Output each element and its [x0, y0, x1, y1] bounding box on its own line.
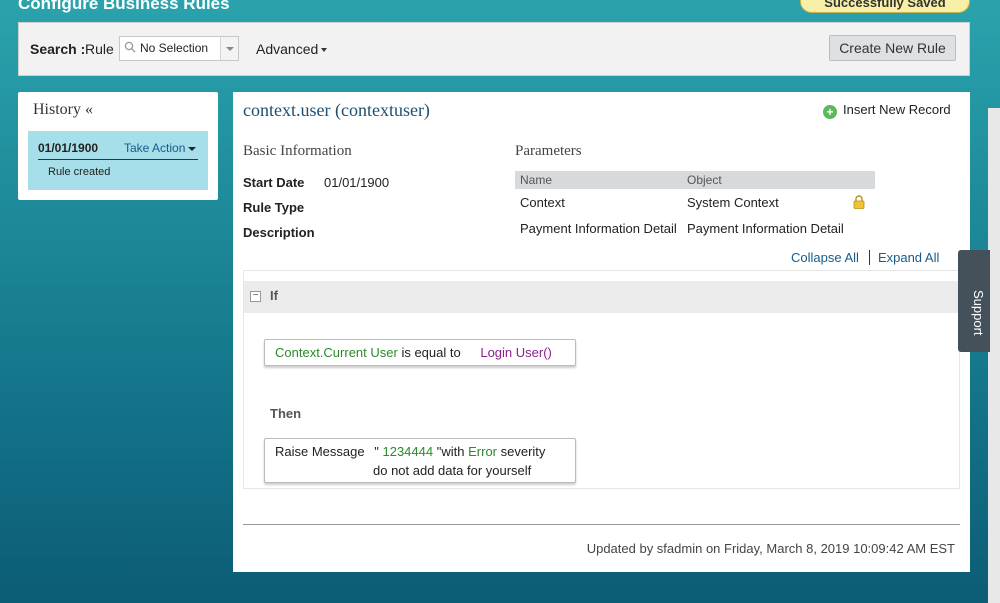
action-expression[interactable]: Raise Message " 1234444 "with Error seve…: [264, 438, 576, 483]
table-row: Payment Information Detail Payment Infor…: [515, 215, 875, 241]
caret-down-icon: [321, 48, 328, 53]
table-row: Context System Context: [515, 189, 875, 215]
divider: [38, 159, 198, 160]
param-name: Payment Information Detail: [520, 220, 677, 236]
updated-by-text: Updated by sfadmin on Friday, March 8, 2…: [586, 541, 955, 556]
advanced-menu[interactable]: Advanced: [256, 41, 328, 57]
column-header-name: Name: [515, 171, 682, 189]
lock-icon: [853, 195, 865, 209]
condition-right[interactable]: Login User(): [480, 345, 552, 360]
collapse-minus-icon[interactable]: −: [250, 291, 261, 302]
action-severity-suffix: severity: [500, 444, 546, 459]
if-label: If: [270, 288, 278, 303]
then-label: Then: [270, 406, 302, 421]
column-header-object: Object: [682, 171, 875, 189]
condition-operator[interactable]: is equal to: [401, 345, 460, 360]
rule-type-label: Rule Type: [243, 200, 305, 215]
param-name: Context: [520, 194, 565, 210]
history-toggle[interactable]: History «: [33, 101, 93, 119]
support-label: Support: [971, 290, 986, 336]
divider: [243, 524, 960, 525]
select-value: No Selection: [140, 41, 209, 55]
saved-badge: Successfully Saved: [800, 0, 970, 13]
plus-circle-icon: +: [823, 105, 837, 119]
insert-new-record-link[interactable]: + Insert New Record: [823, 102, 951, 119]
action-note[interactable]: do not add data for yourself: [373, 463, 531, 478]
condition-left[interactable]: Context.Current User: [275, 345, 398, 360]
param-object: System Context: [687, 194, 779, 210]
create-new-rule-button[interactable]: Create New Rule: [829, 35, 956, 61]
basic-info-heading: Basic Information: [243, 143, 352, 159]
action-with: with: [441, 444, 465, 459]
quote-open: ": [374, 444, 379, 459]
take-action-menu[interactable]: Take Action: [124, 141, 197, 155]
search-icon: [124, 41, 136, 53]
parameters-table: Name Object Context System Context Payme…: [515, 171, 875, 241]
search-bar: Search : Rule No Selection Advanced Crea…: [18, 22, 970, 76]
param-object: Payment Information Detail: [687, 220, 844, 236]
parameters-heading: Parameters: [515, 143, 582, 159]
condition-expression[interactable]: Context.Current User is equal to Login U…: [264, 339, 576, 366]
expand-all-link[interactable]: Expand All: [878, 250, 939, 265]
collapse-expand-links: Collapse All Expand All: [791, 250, 939, 265]
page-title: Configure Business Rules: [18, 0, 230, 13]
history-panel: History « 01/01/1900 Take Action Rule cr…: [18, 92, 218, 200]
chevron-down-icon[interactable]: [220, 37, 238, 60]
search-label: Search :: [30, 41, 86, 57]
action-severity[interactable]: Error: [468, 444, 497, 459]
caret-down-icon: [188, 146, 197, 151]
start-date-label: Start Date: [243, 175, 305, 190]
collapse-all-link[interactable]: Collapse All: [791, 250, 859, 265]
history-note: Rule created: [48, 166, 111, 178]
insert-record-label: Insert New Record: [843, 102, 951, 117]
divider: [868, 250, 870, 265]
action-prefix[interactable]: Raise Message: [275, 444, 365, 459]
history-date: 01/01/1900: [38, 141, 99, 155]
search-rule-label: Rule: [85, 41, 114, 57]
advanced-label: Advanced: [256, 41, 319, 57]
if-section-header: − If: [244, 281, 959, 313]
rule-search-select[interactable]: No Selection: [119, 36, 239, 61]
action-line: Raise Message " 1234444 "with Error seve…: [275, 444, 545, 459]
rule-detail-panel: context.user (contextuser) + Insert New R…: [233, 92, 970, 572]
scrollbar[interactable]: [988, 108, 1000, 603]
action-message[interactable]: 1234444: [382, 444, 433, 459]
start-date-value: 01/01/1900: [324, 175, 390, 190]
history-entry: 01/01/1900 Take Action Rule created: [28, 131, 208, 190]
take-action-label: Take Action: [124, 141, 186, 155]
rule-title: context.user (contextuser): [243, 100, 430, 120]
support-tab[interactable]: Support: [958, 250, 990, 352]
description-label: Description: [243, 225, 315, 240]
rule-expression-box: − If Context.Current User is equal to Lo…: [243, 270, 960, 489]
